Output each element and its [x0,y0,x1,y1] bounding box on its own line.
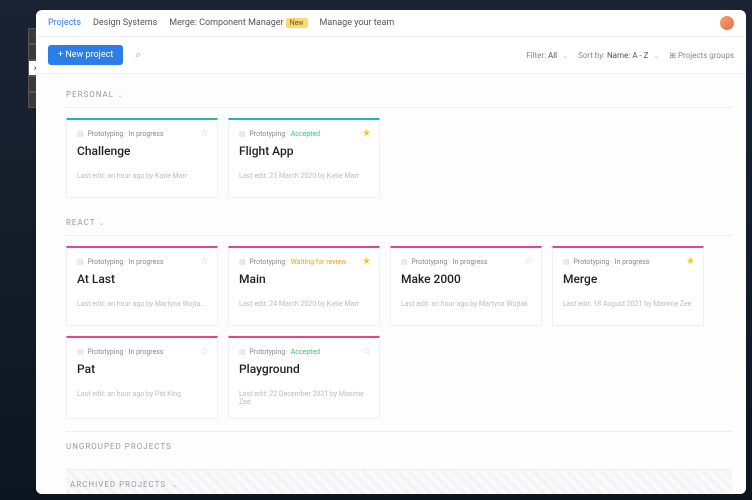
project-card[interactable]: ★▤ Prototyping · Accepted Flight App Last … [228,118,380,198]
card-title: At Last [77,272,207,286]
doc-icon: ▤ [239,348,246,356]
doc-icon: ▤ [77,130,84,138]
chevron-down-icon: ⌄ [172,481,179,489]
top-nav: Projects Design Systems Merge: Component… [36,10,746,37]
project-card[interactable]: ★▤ Prototyping · In progress Merge Last ed… [552,246,704,326]
card-status: ▤ Prototyping · In progress [77,258,207,266]
card-status: ▤ Prototyping · In progress [77,130,207,138]
new-badge: New [286,18,308,28]
doc-icon: ▤ [77,348,84,356]
project-card[interactable]: ☆▤ Prototyping · In progress Make 2000 Las… [390,246,542,326]
section-react: React⌄ ☆▤ Prototyping · In progressAt La… [66,210,732,419]
card-title: Merge [563,272,693,286]
card-status: ▤ Prototyping · Accepted [239,348,369,356]
chevron-down-icon: ⌄ [117,91,124,99]
star-icon[interactable]: ☆ [200,256,209,267]
card-title: Main [239,272,369,286]
star-icon[interactable]: ★ [686,256,695,267]
doc-icon: ▤ [563,258,570,266]
app-window: Projects Design Systems Merge: Component… [36,10,746,494]
card-status: ▤ Prototyping · Waiting for review [239,258,369,266]
nav-merge[interactable]: Merge: Component ManagerNew [169,18,307,28]
filter-control[interactable]: Filter: All ⌄ [526,51,568,60]
card-status: ▤ Prototyping · In progress [401,258,531,266]
project-card[interactable]: ☆▤ Prototyping · Accepted Playground Last … [228,336,380,419]
star-icon[interactable]: ☆ [362,346,371,357]
project-card[interactable]: ☆▤ Prototyping · In progress Challenge Las… [66,118,218,198]
new-project-button[interactable]: + New project [48,45,123,65]
nav-design-systems[interactable]: Design Systems [93,18,157,28]
nav-projects[interactable]: Projects [48,18,81,28]
card-meta: Last edit: 23 March 2020 by Katie Marr [239,172,369,180]
star-icon[interactable]: ☆ [200,128,209,139]
project-card[interactable]: ☆▤ Prototyping · In progress At Last Last … [66,246,218,326]
card-title: Pat [77,362,207,376]
project-card[interactable]: ☆▤ Prototyping · In progress Pat Last edit… [66,336,218,419]
search-icon[interactable]: ⌕ [135,48,141,62]
section-header-react[interactable]: React⌄ [66,210,732,236]
card-status: ▤ Prototyping · In progress [77,348,207,356]
doc-icon: ▤ [401,258,408,266]
doc-icon: ▤ [77,258,84,266]
chevron-down-icon: ⌄ [99,219,106,227]
section-personal: Personal⌄ ☆▤ Prototyping · In progress Ch… [66,82,732,198]
section-ungrouped[interactable]: Ungrouped Projects [66,431,732,461]
doc-icon: ▤ [239,258,246,266]
card-title: Playground [239,362,369,376]
star-icon[interactable]: ☆ [524,256,533,267]
card-title: Flight App [239,144,369,158]
star-icon[interactable]: ☆ [200,346,209,357]
card-meta: Last edit: 18 August 2021 by Maxime Zee [563,300,693,308]
card-meta: Last edit: an hour ago by Pat King [77,390,207,398]
card-status: ▤ Prototyping · Accepted [239,130,369,138]
avatar[interactable] [720,16,734,30]
section-header-personal[interactable]: Personal⌄ [66,82,732,108]
card-meta: Last edit: an hour ago by Martyna Wojtak [401,300,531,308]
projects-groups-toggle[interactable]: ⊞ Projects groups [669,51,734,60]
sort-control[interactable]: Sort by: Name: A - Z ⌄ [578,51,659,60]
star-icon[interactable]: ★ [362,128,371,139]
doc-icon: ▤ [239,130,246,138]
filters: Filter: All ⌄ Sort by: Name: A - Z ⌄ ⊞ P… [526,51,734,60]
card-meta: Last edit: 24 March 2020 by Katie Marr [239,300,369,308]
card-status: ▤ Prototyping · In progress [563,258,693,266]
card-meta: Last edit: an hour ago by Katie Marr [77,172,207,180]
section-archived[interactable]: Archived Projects ⌄ [66,469,732,494]
card-title: Make 2000 [401,272,531,286]
card-title: Challenge [77,144,207,158]
content-area: Personal⌄ ☆▤ Prototyping · In progressCh… [36,74,746,494]
card-meta: Last edit: an hour ago by Martyna Wojta.… [77,300,207,308]
project-card[interactable]: ★▤ Prototyping · Waiting for review Main L… [228,246,380,326]
card-meta: Last edit: 22 December 2021 by Maxime Ze… [239,390,369,406]
nav-manage-team[interactable]: Manage your team [320,18,395,28]
toolbar: + New project ⌕ Filter: All ⌄ Sort by: N… [36,37,746,74]
star-icon[interactable]: ★ [362,256,371,267]
